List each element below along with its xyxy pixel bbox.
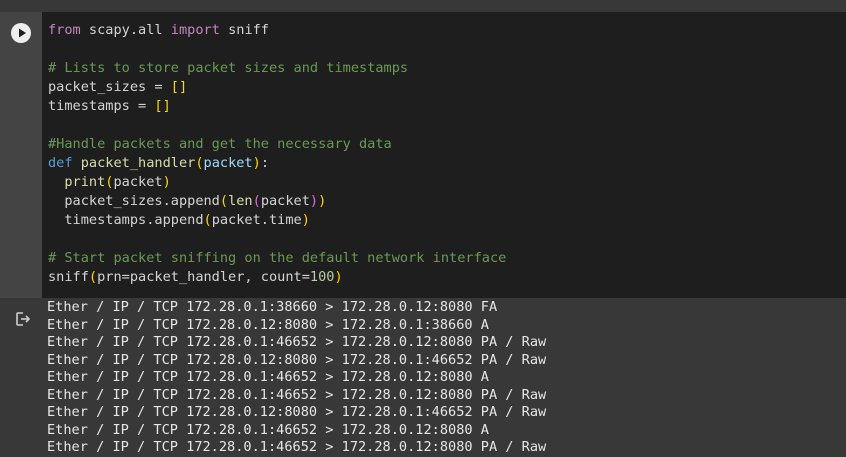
code-token: :: [260, 155, 269, 171]
code-token: from: [48, 22, 81, 38]
cell-gutter: [0, 12, 42, 298]
code-token: packet: [113, 174, 163, 190]
code-token: len: [228, 193, 253, 209]
code-token: timestamps.append: [48, 212, 204, 228]
code-token: scapy.all: [80, 22, 171, 38]
play-circle-icon: [19, 28, 26, 38]
code-editor[interactable]: from scapy.all import sniff # Lists to st…: [42, 12, 846, 298]
code-token: packet: [260, 193, 310, 209]
output-line: Ether / IP / TCP 172.28.0.12:8080 > 172.…: [47, 404, 547, 420]
code-line: packet_sizes.append(len(packet)): [48, 192, 506, 211]
code-token: print: [64, 174, 106, 190]
output-line: Ether / IP / TCP 172.28.0.1:38660 > 172.…: [47, 299, 498, 315]
code-token: packet_handler: [80, 155, 196, 171]
code-line: sniff(prn=packet_handler, count=100): [48, 268, 506, 287]
output-redirect-icon[interactable]: [14, 310, 32, 328]
code-token: 100: [309, 269, 335, 285]
code-token: packet.time: [211, 212, 302, 228]
code-token: ): [334, 269, 343, 285]
code-token: timestamps =: [48, 98, 155, 114]
code-token: (: [195, 155, 204, 171]
code-token: (: [219, 193, 229, 209]
output-line: Ether / IP / TCP 172.28.0.1:46652 > 172.…: [47, 386, 547, 403]
code-token: ): [309, 193, 319, 209]
code-content: from scapy.all import sniff # Lists to st…: [48, 21, 506, 287]
code-token: # Lists to store packet sizes and timest…: [48, 60, 409, 76]
code-line: timestamps.append(packet.time): [48, 211, 506, 230]
code-line: #Handle packets and get the necessary da…: [48, 135, 506, 154]
code-token: ): [318, 193, 327, 209]
code-token: prn=packet_handler, count=: [97, 269, 310, 285]
code-token: []: [170, 79, 188, 95]
output-line: Ether / IP / TCP 172.28.0.12:8080 > 172.…: [47, 316, 489, 333]
code-cell[interactable]: from scapy.all import sniff # Lists to st…: [0, 12, 846, 298]
code-line: def packet_handler(packet):: [48, 154, 506, 173]
code-token: (: [252, 193, 261, 209]
code-token: (: [203, 212, 212, 228]
code-line: packet_sizes = []: [48, 78, 506, 97]
code-line: timestamps = []: [48, 97, 506, 116]
code-token: sniff: [219, 22, 269, 38]
output-line: Ether / IP / TCP 172.28.0.1:46652 > 172.…: [47, 439, 547, 455]
code-token: import: [170, 22, 220, 38]
code-line: print(packet): [48, 173, 506, 192]
code-line: # Start packet sniffing on the default n…: [48, 249, 506, 268]
code-token: sniff: [48, 269, 89, 285]
code-token: # Start packet sniffing on the default n…: [48, 250, 507, 266]
code-token: ): [252, 155, 261, 171]
code-line: # Lists to store packet sizes and timest…: [48, 59, 506, 78]
output-line: Ether / IP / TCP 172.28.0.1:46652 > 172.…: [47, 334, 547, 350]
output-line: Ether / IP / TCP 172.28.0.1:46652 > 172.…: [47, 421, 489, 438]
output-line: Ether / IP / TCP 172.28.0.12:8080 > 172.…: [47, 351, 547, 368]
code-token: ): [301, 212, 310, 228]
code-token: packet_sizes.append: [48, 193, 220, 209]
run-cell-button[interactable]: [11, 23, 31, 43]
code-token: []: [154, 98, 171, 114]
code-token: #Handle packets and get the necessary da…: [48, 136, 392, 152]
cell-output: Ether / IP / TCP 172.28.0.1:38660 > 172.…: [0, 298, 846, 457]
code-token: ): [162, 174, 171, 190]
code-token: (: [88, 269, 98, 285]
code-token: packet: [203, 155, 253, 171]
top-strip: [0, 0, 846, 12]
output-line: Ether / IP / TCP 172.28.0.1:46652 > 172.…: [47, 369, 489, 385]
output-text: Ether / IP / TCP 172.28.0.1:38660 > 172.…: [47, 299, 546, 457]
code-line: from scapy.all import sniff: [48, 21, 506, 40]
code-token: def: [48, 155, 73, 171]
code-token: packet_sizes =: [48, 79, 171, 95]
